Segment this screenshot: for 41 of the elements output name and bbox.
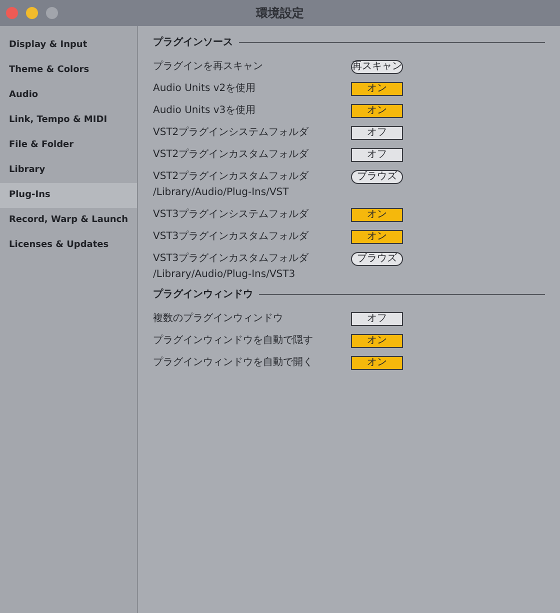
sidebar-item[interactable]: Licenses & Updates [0,233,137,258]
folder-path: /Library/Audio/Plug-Ins/VST3 [153,268,296,282]
sidebar-item[interactable]: Plug-Ins [0,183,137,208]
setting-label: VST3プラグインカスタムフォルダ [153,252,309,266]
toggle-button[interactable]: オン [351,230,403,244]
sidebar-item[interactable]: Theme & Colors [0,58,137,83]
toggle-button[interactable]: オン [351,104,403,118]
setting-label: プラグインを再スキャン [153,60,263,74]
sidebar-item[interactable]: Audio [0,83,137,108]
setting-label: VST3プラグインカスタムフォルダ [153,230,309,244]
sidebar-item[interactable]: Display & Input [0,33,137,58]
setting-label: Audio Units v2を使用 [153,82,256,96]
sidebar-item[interactable]: Record, Warp & Launch [0,208,137,233]
sidebar-item[interactable]: Link, Tempo & MIDI [0,108,137,133]
sidebar-item[interactable]: Library [0,158,137,183]
action-button[interactable]: 再スキャン [351,60,403,74]
section-heading: プラグインウィンドウ [153,287,253,301]
setting-label: VST2プラグインカスタムフォルダ [153,170,309,184]
toggle-button[interactable]: オン [351,82,403,96]
setting-label: 複数のプラグインウィンドウ [153,312,283,326]
setting-label: VST2プラグインシステムフォルダ [153,126,309,140]
section-heading: プラグインソース [153,35,233,49]
toggle-button[interactable]: オン [351,208,403,222]
toggle-button[interactable]: オン [351,334,403,348]
window-title: 環境設定 [256,4,304,22]
close-button[interactable] [6,7,18,19]
setting-label: VST2プラグインカスタムフォルダ [153,148,309,162]
setting-label: VST3プラグインシステムフォルダ [153,208,309,222]
action-button[interactable]: ブラウズ [351,170,403,184]
folder-path: /Library/Audio/Plug-Ins/VST [153,186,290,200]
toggle-button[interactable]: オフ [351,126,403,140]
setting-label: Audio Units v3を使用 [153,104,256,118]
zoom-button[interactable] [46,7,58,19]
setting-label: プラグインウィンドウを自動で開く [153,356,313,370]
toggle-button[interactable]: オフ [351,312,403,326]
toggle-button[interactable]: オン [351,356,403,370]
setting-label: プラグインウィンドウを自動で隠す [153,334,313,348]
toggle-button[interactable]: オフ [351,148,403,162]
sidebar-item[interactable]: File & Folder [0,133,137,158]
minimize-button[interactable] [26,7,38,19]
action-button[interactable]: ブラウズ [351,252,403,266]
